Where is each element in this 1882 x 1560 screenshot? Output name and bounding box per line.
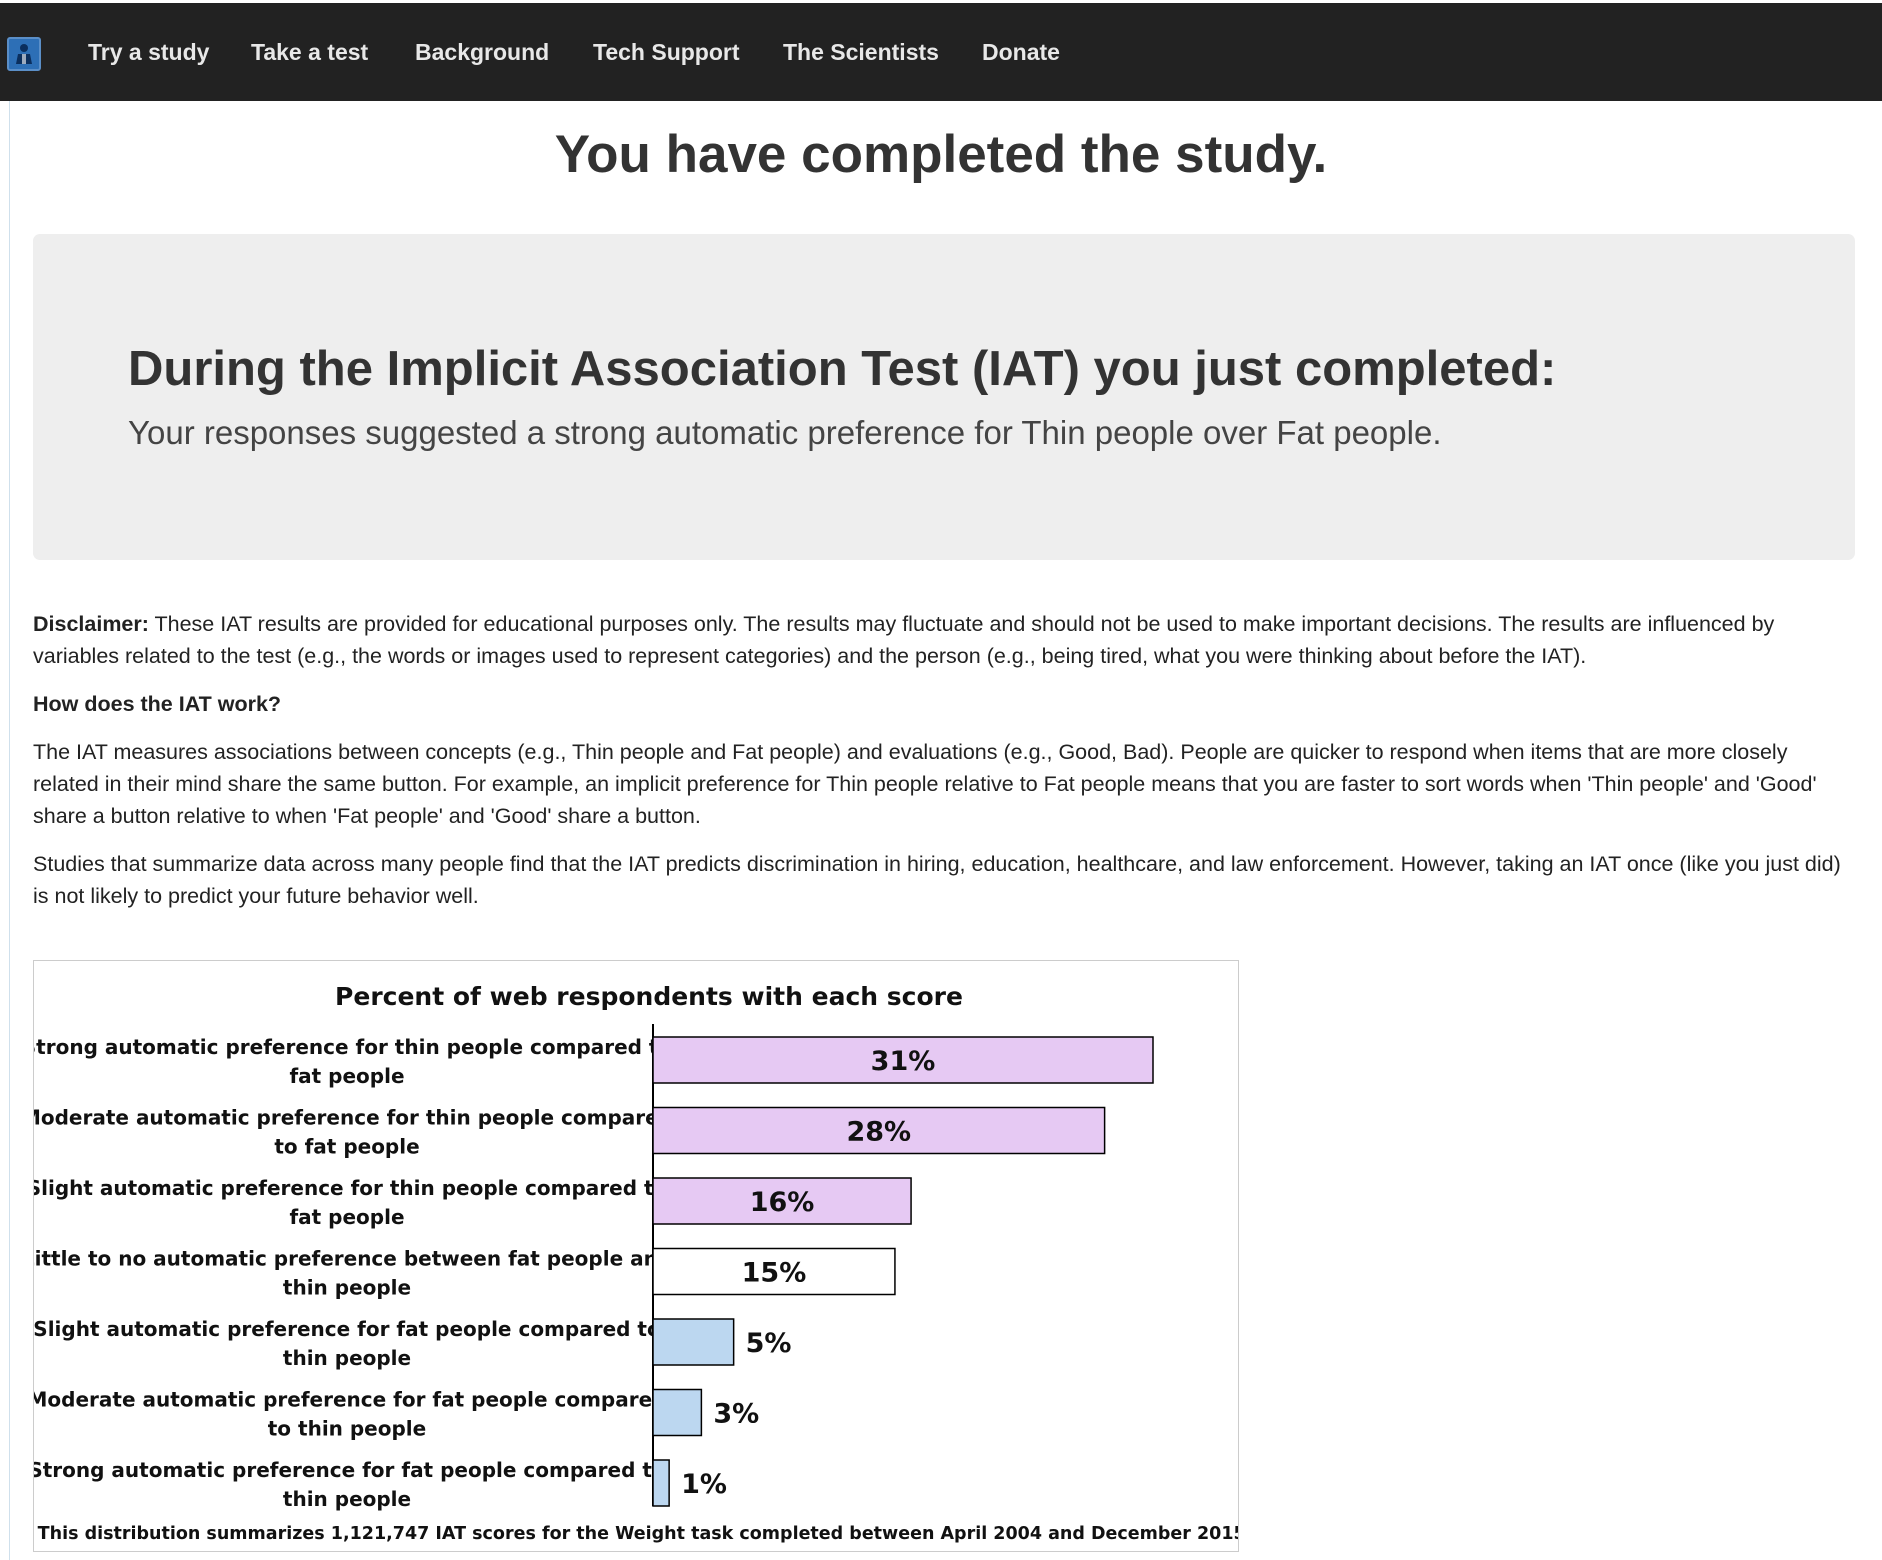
chart-value-label: 5% [746,1328,792,1359]
chart-svg: Percent of web respondents with each sco… [21,982,1252,1544]
page-title: You have completed the study. [554,125,1328,184]
chart-category-label: fat people [289,1064,404,1088]
disclaimer-label: Disclaimer: [33,612,149,636]
disclaimer-paragraph: Disclaimer: These IAT results are provid… [33,608,1855,672]
how-iat-works-heading: How does the IAT work? [33,692,282,716]
chart-title: Percent of web respondents with each sco… [335,982,963,1011]
chart-category-label: Little to no automatic preference betwee… [34,1247,672,1271]
top-navbar: Try a study Take a test Background Tech … [0,0,1882,101]
nav-tech-support[interactable]: Tech Support [593,39,740,66]
nav-the-scientists[interactable]: The Scientists [783,39,939,66]
nav-try-a-study[interactable]: Try a study [88,39,209,66]
chart-value-label: 1% [681,1469,727,1500]
chart-bar [652,1459,670,1507]
chart-value-label: 28% [846,1117,911,1148]
nav-take-a-test[interactable]: Take a test [251,39,368,66]
nav-background[interactable]: Background [415,39,549,66]
chart-footnote: This distribution summarizes 1,121,747 I… [38,1524,1238,1544]
chart-bar [652,1318,735,1366]
chart-category-label: to thin people [268,1417,426,1441]
studies-paragraph: Studies that summarize data across many … [33,852,1841,908]
result-summary: Your responses suggested a strong automa… [128,414,1442,451]
result-heading: During the Implicit Association Test (IA… [128,342,1557,396]
project-implicit-logo-icon[interactable] [7,37,41,71]
how-iat-works-paragraph: The IAT measures associations between co… [33,740,1817,828]
result-panel: During the Implicit Association Test (IA… [33,234,1855,560]
results-distribution-chart: Percent of web respondents with each sco… [21,960,1252,1552]
chart-value-label: 16% [750,1187,815,1218]
chart-category-label: thin people [283,1346,411,1370]
chart-category-label: thin people [283,1487,411,1511]
chart-value-label: 15% [742,1258,807,1289]
chart-category-label: Moderate automatic preference for thin p… [34,1106,673,1130]
chart-value-label: 3% [713,1399,759,1430]
chart-category-label: Strong automatic preference for fat peop… [34,1458,666,1482]
nav-donate[interactable]: Donate [982,39,1060,66]
page-edge-divider [9,101,10,1560]
disclaimer-text: These IAT results are provided for educa… [33,612,1775,668]
chart-category-label: Slight automatic preference for fat peop… [34,1317,661,1341]
chart-category-label: Strong automatic preference for thin peo… [34,1035,672,1059]
chart-category-label: to fat people [274,1135,419,1159]
chart-bar [652,1388,703,1437]
chart-value-label: 31% [871,1046,936,1077]
chart-category-label: thin people [283,1276,411,1300]
chart-category-label: Slight automatic preference for thin peo… [34,1176,667,1200]
chart-category-label: Moderate automatic preference for fat pe… [34,1388,666,1412]
chart-category-label: fat people [289,1205,404,1229]
